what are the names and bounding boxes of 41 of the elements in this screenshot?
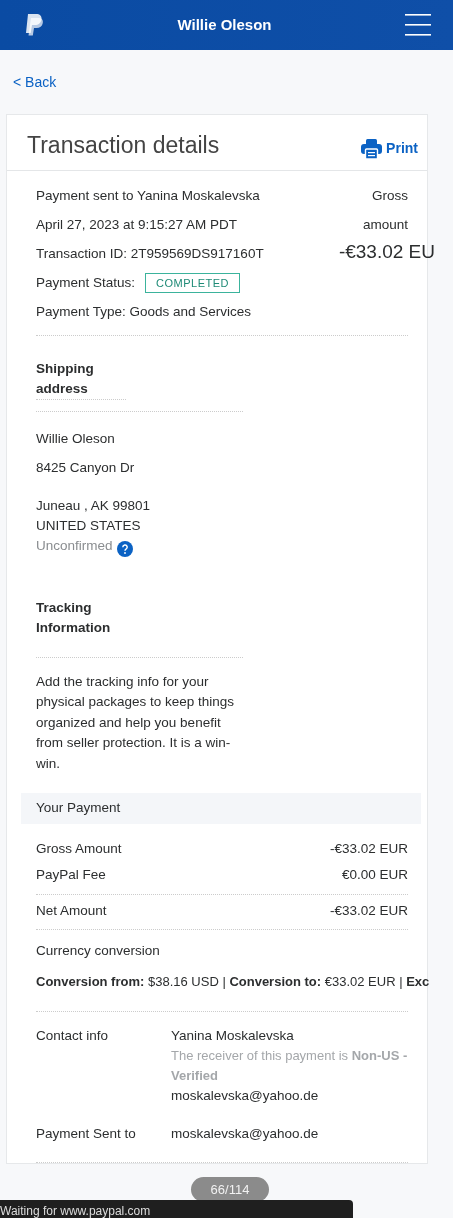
contact-label: Payment Sent to (36, 1124, 137, 1143)
page-counter: 66/114 (191, 1177, 269, 1202)
amount-label: Net Amount (36, 901, 107, 920)
print-link[interactable]: Print (361, 138, 418, 160)
section-heading: Currency conversion (36, 941, 161, 960)
contact-email: moskalevska@yahoo.de (171, 1086, 320, 1105)
detail-text: Payment sent to Yanina Moskalevska (36, 186, 261, 205)
detail-text: April 27, 2023 at 9:15:27 AM PDT (36, 215, 239, 234)
menu-icon[interactable] (405, 13, 431, 37)
section-heading: Shipping address (36, 335, 126, 400)
back-link[interactable]: < Back (13, 72, 57, 93)
amount-label: Gross Amount (36, 839, 122, 858)
section-heading: Your Payment (21, 793, 421, 824)
amount-value: -€33.02 EUR (329, 901, 408, 920)
contact-label: Contact info (36, 1026, 110, 1045)
amount-value: €0.00 EUR (341, 865, 408, 884)
page-title: Transaction details (27, 132, 220, 160)
contact-email: moskalevska@yahoo.de (171, 1124, 319, 1143)
printer-icon (361, 138, 383, 159)
account-name: Willie Oleson (177, 14, 272, 35)
amount-value: -€33.02 EUR (329, 839, 408, 858)
address-status: Unconfirmed (36, 537, 113, 553)
tracking-text: Add the tracking info for your physical packages to keep things organized and help you benefit from seller protection. It is a win-win. (36, 672, 236, 773)
status-bar: Waiting for www.paypal.com (0, 1200, 353, 1218)
amount-label: PayPal Fee (36, 865, 106, 884)
address-line: 8425 Canyon Dr (36, 458, 136, 477)
amount-label: Gross amount (361, 186, 408, 234)
verification-note: The receiver of this payment is Non-US - Verified (171, 1046, 408, 1085)
gross-amount: -€33.02 EU (337, 239, 435, 264)
detail-text: Transaction ID: 2T959569DS917160T (36, 244, 265, 263)
status-badge: COMPLETED (145, 272, 241, 293)
help-icon[interactable] (116, 538, 133, 555)
conversion-text: Conversion from: $38.16 USD | Conversion to: €33.02 EUR | Exc (36, 972, 431, 991)
section-heading: Tracking Information (36, 598, 112, 637)
address-line: Willie Oleson (36, 429, 116, 448)
contact-name: Yanina Moskalevska (171, 1026, 295, 1045)
address-line: Juneau , AK 99801 (36, 496, 152, 515)
detail-text: Payment Type: Goods and Services (36, 302, 253, 321)
address-line: UNITED STATES (36, 516, 142, 535)
logo-icon[interactable] (24, 13, 44, 37)
status-label: Payment Status: (36, 274, 136, 290)
